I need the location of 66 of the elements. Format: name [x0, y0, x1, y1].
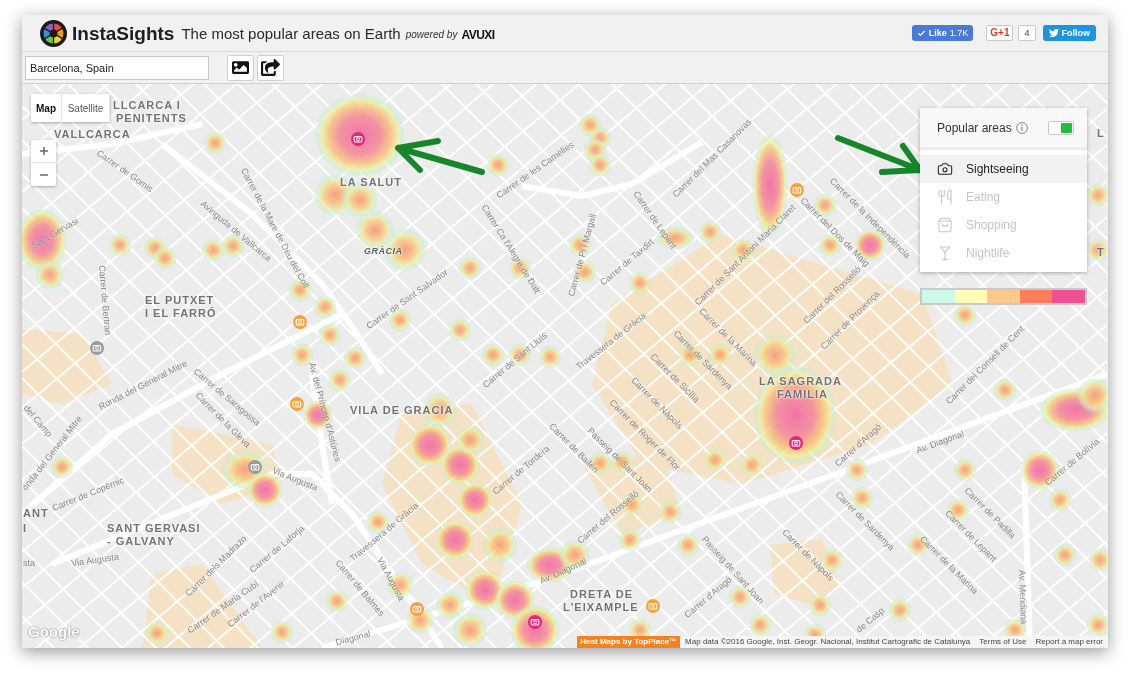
picture-icon	[231, 59, 250, 76]
camera-marker-icon[interactable]	[789, 436, 803, 450]
district-label: I	[23, 522, 28, 534]
street-label: sta	[23, 558, 35, 568]
camera-marker-icon[interactable]	[790, 183, 804, 197]
aperture-logo-icon	[40, 19, 67, 47]
camera-marker-icon[interactable]	[248, 460, 262, 474]
district-label: LA SAGRADA	[759, 375, 842, 387]
share-icon	[261, 59, 280, 76]
district-label: I EL FARRÓ	[145, 307, 217, 319]
camera-marker-icon[interactable]	[293, 315, 307, 329]
district-label: SANT GERVASI	[107, 522, 201, 534]
follow-button[interactable]: Follow	[1042, 25, 1096, 41]
plus-one-count: 4	[1018, 25, 1036, 41]
like-button[interactable]: Like 1.7K	[911, 25, 974, 41]
fork-knife-icon	[937, 189, 953, 205]
district-label: LA SALUT	[340, 176, 402, 188]
camera-marker-icon[interactable]	[410, 602, 424, 616]
district-label: - GALVANY	[107, 535, 175, 547]
map-data-attribution: Map data ©2016 Google, Inst. Geogr. Nacional, Institut Cartografic de Catalunya	[685, 636, 971, 648]
camera-icon	[937, 161, 953, 177]
street-label: Av. del Príncep d'Astúries	[307, 361, 343, 463]
district-label: ANT	[23, 507, 49, 519]
location-field[interactable]: Barcelona, Spain	[25, 55, 209, 80]
plus-one-button[interactable]: G+1	[986, 25, 1014, 41]
share-button[interactable]	[257, 54, 284, 81]
report-error-link[interactable]: Report a map error	[1035, 636, 1103, 648]
cocktail-glass-icon	[937, 245, 953, 261]
district-label: L	[1097, 127, 1105, 139]
district-label: LLCARCA I	[113, 99, 181, 111]
heatmap-credit-link[interactable]: Heat Maps by TopPlace™	[577, 636, 681, 648]
partner-logo: AVUXI	[461, 28, 495, 41]
map-type-tab[interactable]: Map	[31, 94, 62, 122]
google-logo: Google	[28, 624, 80, 639]
check-icon	[916, 28, 926, 38]
district-label: PENITENTS	[116, 112, 187, 124]
app-title: InstaSights	[72, 23, 175, 43]
street-label: Carrer de Pi i Margall	[566, 212, 598, 298]
street-label: Av. Meridiana	[1017, 569, 1029, 625]
street-label: Carrer de Bertran	[96, 264, 114, 336]
info-icon[interactable]	[1015, 121, 1028, 134]
plus-icon	[37, 145, 50, 157]
camera-marker-icon[interactable]	[528, 615, 542, 629]
district-label: VALLCARCA	[54, 128, 131, 140]
panel-title: Popular areas	[937, 119, 1012, 137]
camera-marker-icon[interactable]	[646, 599, 660, 613]
street-label: Via Augusta	[70, 551, 120, 569]
toggle-switch[interactable]	[1048, 120, 1074, 135]
app-tagline: The most popular areas on Earth	[181, 25, 401, 41]
shopping-bag-icon	[937, 217, 953, 233]
terms-link[interactable]: Terms of Use	[979, 636, 1027, 648]
category-item[interactable]: Sightseeing	[920, 155, 1087, 183]
camera-marker-icon[interactable]	[290, 397, 304, 411]
annotation-arrow-icon	[394, 136, 486, 176]
picture-button[interactable]	[227, 54, 254, 81]
district-label: T	[1097, 246, 1105, 258]
district-label: L'EIXAMPLE	[563, 601, 639, 613]
camera-marker-icon[interactable]	[90, 341, 104, 355]
district-label: VILA DE GRACIA	[350, 404, 454, 416]
district-label: EL PUTXET	[145, 294, 215, 306]
camera-marker-icon[interactable]	[351, 132, 365, 146]
bird-icon	[1048, 28, 1059, 38]
map-type-tab[interactable]: Satellite	[62, 94, 110, 122]
district-label: DRETA DE	[570, 588, 633, 600]
street-label: Diagonal	[334, 628, 372, 648]
powered-by-text: powered by	[405, 30, 458, 40]
